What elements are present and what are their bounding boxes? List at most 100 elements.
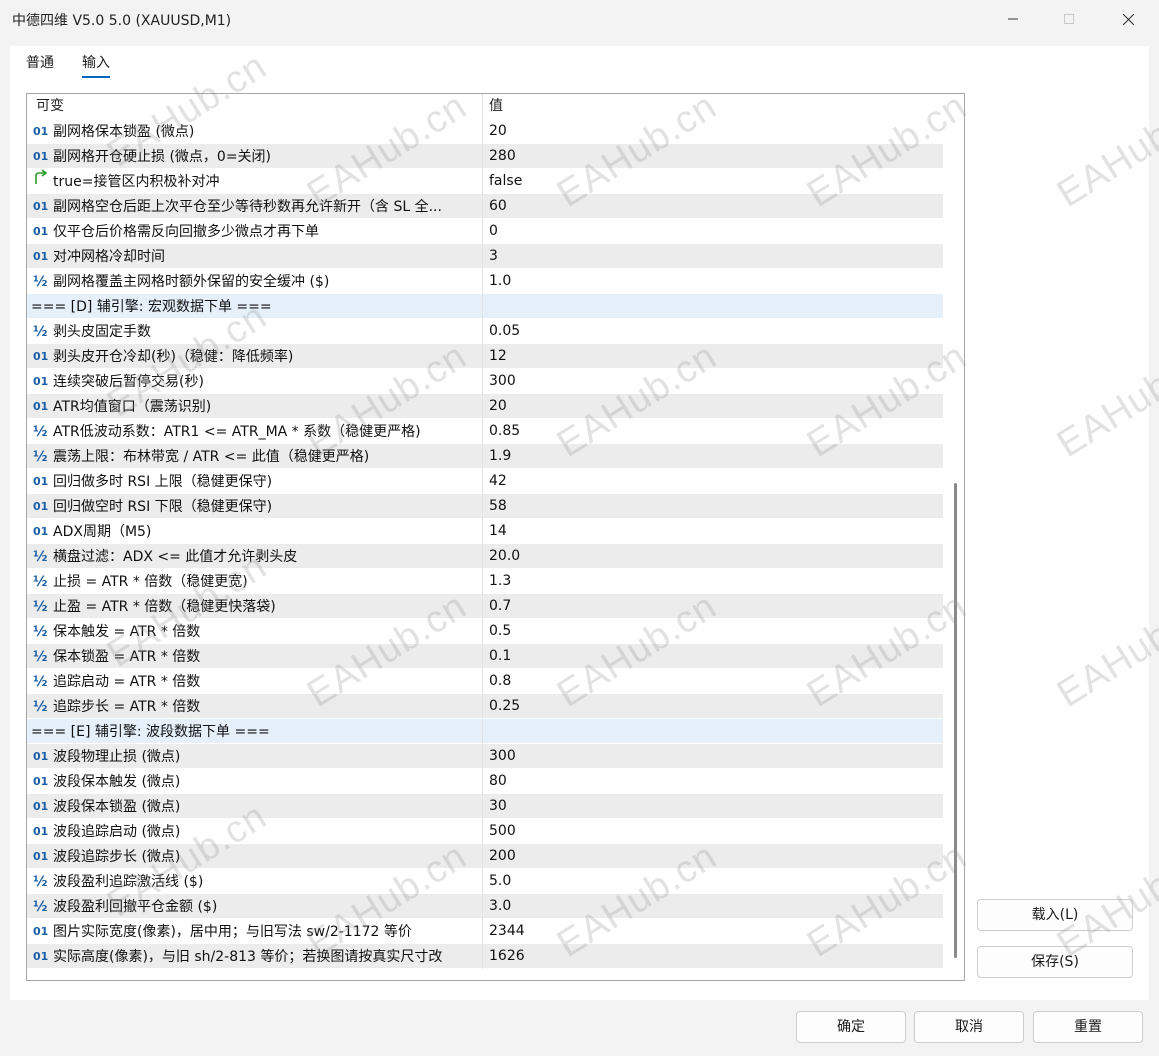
cancel-button[interactable]: 取消 xyxy=(914,1011,1024,1043)
row-value-cell[interactable]: 500 xyxy=(483,819,943,844)
row-value-cell[interactable]: 0 xyxy=(483,219,943,244)
row-variable-cell[interactable]: ½ 剥头皮固定手数 xyxy=(27,319,483,344)
grid-row[interactable]: ½ 波段盈利追踪激活线 ($) 5.0 xyxy=(27,869,943,894)
grid-row[interactable]: 01 回归做多时 RSI 上限（稳健更保守) 42 xyxy=(27,469,943,494)
grid-row[interactable]: 01 回归做空时 RSI 下限（稳健更保守) 58 xyxy=(27,494,943,519)
grid-section-row[interactable]: === [E] 辅引擎: 波段数据下单 === xyxy=(27,719,943,744)
row-value-cell[interactable]: 280 xyxy=(483,144,943,169)
grid-row[interactable]: ½ 震荡上限：布林带宽 / ATR <= 此值（稳健更严格) 1.9 xyxy=(27,444,943,469)
load-button[interactable]: 载入(L) xyxy=(977,899,1133,931)
grid-row[interactable]: 01 连续突破后暂停交易(秒) 300 xyxy=(27,369,943,394)
grid-row[interactable]: ½ 保本锁盈 = ATR * 倍数 0.1 xyxy=(27,644,943,669)
row-variable-cell[interactable]: ½ 止盈 = ATR * 倍数（稳健更快落袋) xyxy=(27,594,483,619)
grid-row[interactable]: ½ 横盘过滤：ADX <= 此值才允许剥头皮 20.0 xyxy=(27,544,943,569)
reset-button[interactable]: 重置 xyxy=(1033,1011,1143,1043)
row-value-cell[interactable]: 300 xyxy=(483,369,943,394)
row-value-cell[interactable]: false xyxy=(483,169,943,194)
row-value-cell[interactable]: 20.0 xyxy=(483,544,943,569)
grid-row[interactable]: 01 副网格空仓后距上次平仓至少等待秒数再允许新开（含 SL 全... 60 xyxy=(27,194,943,219)
row-variable-cell[interactable]: 01 波段保本锁盈 (微点) xyxy=(27,794,483,819)
row-value-cell[interactable]: 5.0 xyxy=(483,869,943,894)
row-variable-cell[interactable]: 01 对冲网格冷却时间 xyxy=(27,244,483,269)
row-value-cell[interactable]: 1626 xyxy=(483,944,943,969)
row-value-cell[interactable]: 0.5 xyxy=(483,619,943,644)
tab-common[interactable]: 普通 xyxy=(26,52,54,78)
row-variable-cell[interactable]: 01 波段保本触发 (微点) xyxy=(27,769,483,794)
row-value-cell[interactable]: 30 xyxy=(483,794,943,819)
row-variable-cell[interactable]: 01 波段追踪步长 (微点) xyxy=(27,844,483,869)
row-variable-cell[interactable]: ½ 追踪步长 = ATR * 倍数 xyxy=(27,694,483,719)
row-variable-cell[interactable]: 01 副网格开仓硬止损 (微点，0=关闭) xyxy=(27,144,483,169)
grid-row[interactable]: ½ 波段盈利回撤平仓金额 ($) 3.0 xyxy=(27,894,943,919)
row-variable-cell[interactable]: 01 回归做多时 RSI 上限（稳健更保守) xyxy=(27,469,483,494)
grid-row[interactable]: 01 图片实际宽度(像素)，居中用；与旧写法 sw/2-1172 等价 2344 xyxy=(27,919,943,944)
row-variable-cell[interactable]: 01 ADX周期（M5) xyxy=(27,519,483,544)
save-button[interactable]: 保存(S) xyxy=(977,946,1133,978)
row-value-cell[interactable]: 0.05 xyxy=(483,319,943,344)
scrollbar-thumb[interactable] xyxy=(954,483,957,958)
ok-button[interactable]: 确定 xyxy=(796,1011,906,1043)
grid-row[interactable]: ½ 止损 = ATR * 倍数（稳健更宽) 1.3 xyxy=(27,569,943,594)
row-variable-cell[interactable]: === [E] 辅引擎: 波段数据下单 === xyxy=(27,719,483,744)
grid-row[interactable]: ½ 追踪步长 = ATR * 倍数 0.25 xyxy=(27,694,943,719)
grid-row[interactable]: 01 仅平仓后价格需反向回撤多少微点才再下单 0 xyxy=(27,219,943,244)
row-variable-cell[interactable]: 01 副网格空仓后距上次平仓至少等待秒数再允许新开（含 SL 全... xyxy=(27,194,483,219)
grid-row[interactable]: 01 副网格开仓硬止损 (微点，0=关闭) 280 xyxy=(27,144,943,169)
row-variable-cell[interactable]: ½ 波段盈利追踪激活线 ($) xyxy=(27,869,483,894)
grid-row[interactable]: ½ 保本触发 = ATR * 倍数 0.5 xyxy=(27,619,943,644)
row-value-cell[interactable]: 1.3 xyxy=(483,569,943,594)
grid-row[interactable]: 01 对冲网格冷却时间 3 xyxy=(27,244,943,269)
grid-row[interactable]: 01 波段追踪步长 (微点) 200 xyxy=(27,844,943,869)
row-variable-cell[interactable]: ½ 保本锁盈 = ATR * 倍数 xyxy=(27,644,483,669)
close-button[interactable] xyxy=(1105,0,1151,38)
grid-row[interactable]: 01 ATR均值窗口（震荡识别) 20 xyxy=(27,394,943,419)
row-variable-cell[interactable]: 01 仅平仓后价格需反向回撤多少微点才再下单 xyxy=(27,219,483,244)
row-variable-cell[interactable]: 01 ATR均值窗口（震荡识别) xyxy=(27,394,483,419)
row-variable-cell[interactable]: ½ 副网格覆盖主网格时额外保留的安全缓冲 ($) xyxy=(27,269,483,294)
grid-row[interactable]: 01 副网格保本锁盈 (微点) 20 xyxy=(27,119,943,144)
row-variable-cell[interactable]: 01 回归做空时 RSI 下限（稳健更保守) xyxy=(27,494,483,519)
grid-row[interactable]: 01 剥头皮开仓冷却(秒)（稳健：降低频率) 12 xyxy=(27,344,943,369)
title-bar[interactable]: 中德四维 V5.0 5.0 (XAUUSD,M1) xyxy=(0,0,1159,38)
grid-row[interactable]: 01 ADX周期（M5) 14 xyxy=(27,519,943,544)
grid-row[interactable]: ½ 剥头皮固定手数 0.05 xyxy=(27,319,943,344)
row-value-cell[interactable]: 20 xyxy=(483,394,943,419)
row-value-cell[interactable] xyxy=(483,719,943,744)
row-value-cell[interactable]: 58 xyxy=(483,494,943,519)
grid-row[interactable]: 01 波段保本锁盈 (微点) 30 xyxy=(27,794,943,819)
row-variable-cell[interactable]: 01 副网格保本锁盈 (微点) xyxy=(27,119,483,144)
row-value-cell[interactable]: 300 xyxy=(483,744,943,769)
row-variable-cell[interactable]: 01 波段追踪启动 (微点) xyxy=(27,819,483,844)
row-value-cell[interactable]: 20 xyxy=(483,119,943,144)
row-variable-cell[interactable]: 01 波段物理止损 (微点) xyxy=(27,744,483,769)
row-variable-cell[interactable]: ½ 止损 = ATR * 倍数（稳健更宽) xyxy=(27,569,483,594)
row-variable-cell[interactable]: true=接管区内积极补对冲 xyxy=(27,169,483,194)
row-variable-cell[interactable]: ½ 波段盈利回撤平仓金额 ($) xyxy=(27,894,483,919)
row-variable-cell[interactable]: ½ 保本触发 = ATR * 倍数 xyxy=(27,619,483,644)
row-value-cell[interactable]: 0.7 xyxy=(483,594,943,619)
row-variable-cell[interactable]: === [D] 辅引擎: 宏观数据下单 === xyxy=(27,294,483,319)
row-value-cell[interactable]: 42 xyxy=(483,469,943,494)
grid-row[interactable]: 01 波段追踪启动 (微点) 500 xyxy=(27,819,943,844)
column-header-variable[interactable]: 可变 xyxy=(27,94,483,119)
row-value-cell[interactable]: 0.1 xyxy=(483,644,943,669)
row-value-cell[interactable] xyxy=(483,294,943,319)
row-variable-cell[interactable]: ½ 横盘过滤：ADX <= 此值才允许剥头皮 xyxy=(27,544,483,569)
row-value-cell[interactable]: 60 xyxy=(483,194,943,219)
grid-row[interactable]: 01 波段保本触发 (微点) 80 xyxy=(27,769,943,794)
row-variable-cell[interactable]: ½ 震荡上限：布林带宽 / ATR <= 此值（稳健更严格) xyxy=(27,444,483,469)
row-value-cell[interactable]: 3.0 xyxy=(483,894,943,919)
row-variable-cell[interactable]: 01 剥头皮开仓冷却(秒)（稳健：降低频率) xyxy=(27,344,483,369)
column-header-value[interactable]: 值 xyxy=(483,94,943,119)
row-variable-cell[interactable]: 01 图片实际宽度(像素)，居中用；与旧写法 sw/2-1172 等价 xyxy=(27,919,483,944)
grid-section-row[interactable]: === [D] 辅引擎: 宏观数据下单 === xyxy=(27,294,943,319)
grid-row[interactable]: ½ ATR低波动系数：ATR1 <= ATR_MA * 系数（稳健更严格) 0.85 xyxy=(27,419,943,444)
grid-row[interactable]: true=接管区内积极补对冲 false xyxy=(27,169,943,194)
grid-row[interactable]: ½ 止盈 = ATR * 倍数（稳健更快落袋) 0.7 xyxy=(27,594,943,619)
row-value-cell[interactable]: 200 xyxy=(483,844,943,869)
grid-row[interactable]: 01 实际高度(像素)，与旧 sh/2-813 等价；若换图请按真实尺寸改 1626 xyxy=(27,944,943,969)
row-variable-cell[interactable]: 01 连续突破后暂停交易(秒) xyxy=(27,369,483,394)
row-variable-cell[interactable]: 01 实际高度(像素)，与旧 sh/2-813 等价；若换图请按真实尺寸改 xyxy=(27,944,483,969)
row-variable-cell[interactable]: ½ ATR低波动系数：ATR1 <= ATR_MA * 系数（稳健更严格) xyxy=(27,419,483,444)
row-value-cell[interactable]: 0.8 xyxy=(483,669,943,694)
